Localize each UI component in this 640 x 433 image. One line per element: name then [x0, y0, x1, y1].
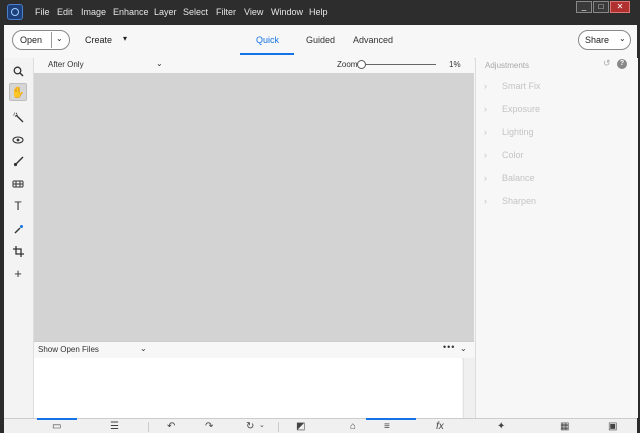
menu-window[interactable]: Window	[271, 7, 303, 17]
bottom-taskbar	[4, 418, 637, 433]
zoom-slider[interactable]	[364, 64, 436, 65]
menu-edit[interactable]: Edit	[57, 7, 73, 17]
open-divider	[51, 32, 52, 48]
crop-tool-icon[interactable]	[9, 242, 27, 260]
adjustment-item-smart-fix[interactable]: › Smart Fix	[484, 81, 541, 91]
photo-bin-header	[34, 341, 474, 359]
adjustment-label: Lighting	[502, 127, 534, 137]
minimize-icon: _	[581, 2, 587, 11]
layers-icon[interactable]: ▣	[608, 421, 617, 432]
open-dropdown-icon[interactable]: ⌄	[56, 34, 63, 43]
text-tool-icon[interactable]: T	[9, 197, 27, 215]
tab-guided[interactable]: Guided	[306, 35, 335, 45]
teeth-tool-icon[interactable]	[9, 175, 27, 193]
maximize-icon: □	[598, 2, 604, 11]
adjustments-icon[interactable]: ≡	[384, 421, 390, 432]
undo-icon[interactable]: ↶	[167, 421, 175, 432]
menu-image[interactable]: Image	[81, 7, 106, 17]
active-tab-indicator	[240, 53, 294, 55]
photo-bin-dropdown-icon[interactable]: ⌄	[140, 344, 147, 353]
menu-enhance[interactable]: Enhance	[113, 7, 149, 17]
textures-icon[interactable]: ✦	[497, 421, 505, 432]
adjustment-label: Smart Fix	[502, 81, 541, 91]
adjustment-item-sharpen[interactable]: › Sharpen	[484, 196, 536, 206]
view-select[interactable]: After Only	[48, 60, 84, 69]
tab-quick[interactable]: Quick	[256, 35, 279, 45]
chevron-right-icon: ›	[484, 173, 487, 183]
home-icon[interactable]: ⌂	[350, 421, 356, 432]
move-tool-icon[interactable]: +	[9, 264, 27, 282]
menu-layer[interactable]: Layer	[154, 7, 177, 17]
photo-bin-select[interactable]: Show Open Files	[38, 345, 99, 354]
more-options-icon[interactable]: •••	[443, 342, 455, 352]
tab-advanced[interactable]: Advanced	[353, 35, 393, 45]
chevron-right-icon: ›	[484, 81, 487, 91]
eye-tool-icon[interactable]	[9, 131, 27, 149]
menu-file[interactable]: File	[35, 7, 50, 17]
help-icon[interactable]: ?	[617, 59, 627, 69]
minimize-button[interactable]: _	[576, 1, 592, 13]
adjustment-label: Exposure	[502, 104, 541, 114]
menu-filter[interactable]: Filter	[216, 7, 236, 17]
reset-icon[interactable]: ↺	[603, 58, 611, 69]
brush-tool-icon[interactable]	[9, 152, 27, 170]
close-button[interactable]: ✕	[610, 1, 630, 13]
rotate-icon[interactable]: ↻	[246, 421, 254, 432]
view-dropdown-icon[interactable]: ⌄	[156, 59, 163, 68]
zoom-tool-icon[interactable]	[9, 62, 27, 80]
chevron-right-icon: ›	[484, 196, 487, 206]
photo-bin-icon[interactable]: ▭	[52, 421, 61, 432]
adjustment-label: Balance	[502, 173, 535, 183]
chevron-right-icon: ›	[484, 150, 487, 160]
chevron-right-icon: ›	[484, 104, 487, 114]
create-button[interactable]: Create	[85, 35, 112, 45]
rotate-dropdown-icon[interactable]: ⌄	[259, 421, 265, 429]
adjustment-item-lighting[interactable]: › Lighting	[484, 127, 534, 137]
spot-healing-tool-icon[interactable]	[9, 220, 27, 238]
app-logo-icon	[7, 4, 23, 20]
effects-icon[interactable]: fx	[436, 421, 444, 432]
adjustment-item-color[interactable]: › Color	[484, 150, 524, 160]
adjustment-label: Color	[502, 150, 524, 160]
separator	[148, 422, 149, 432]
collapse-bin-icon[interactable]: ⌄	[460, 344, 467, 353]
organizer-icon[interactable]: ◩	[296, 421, 305, 432]
menu-help[interactable]: Help	[309, 7, 328, 17]
menu-view[interactable]: View	[244, 7, 263, 17]
photo-bin[interactable]	[34, 358, 462, 418]
quick-selection-tool-icon[interactable]	[9, 108, 27, 126]
close-icon: ✕	[616, 2, 624, 11]
separator	[278, 422, 279, 432]
image-canvas[interactable]	[34, 73, 474, 341]
active-adjustments-indicator	[366, 418, 416, 420]
frames-icon[interactable]: ▦	[560, 421, 569, 432]
share-label[interactable]: Share	[585, 35, 609, 45]
menu-select[interactable]: Select	[183, 7, 208, 17]
adjustments-title: Adjustments	[485, 61, 530, 70]
chevron-right-icon: ›	[484, 127, 487, 137]
adjustment-item-exposure[interactable]: › Exposure	[484, 104, 540, 114]
redo-icon[interactable]: ↷	[205, 421, 213, 432]
active-photo-bin-indicator	[37, 418, 77, 420]
maximize-button[interactable]: □	[593, 1, 609, 13]
create-dropdown-icon[interactable]: ▾	[123, 34, 127, 43]
adjustment-label: Sharpen	[502, 196, 537, 206]
share-dropdown-icon[interactable]: ⌄	[619, 34, 626, 43]
photo-bin-scrollbar[interactable]	[463, 358, 475, 418]
zoom-value: 1%	[449, 60, 461, 69]
zoom-label: Zoom	[337, 60, 358, 69]
adjustment-item-balance[interactable]: › Balance	[484, 173, 535, 183]
open-label[interactable]: Open	[20, 35, 42, 45]
tool-options-icon[interactable]: ☰	[110, 421, 119, 432]
hand-tool-icon[interactable]: ✋	[9, 83, 27, 101]
zoom-slider-handle[interactable]	[357, 60, 366, 69]
view-options-bar	[34, 58, 474, 74]
